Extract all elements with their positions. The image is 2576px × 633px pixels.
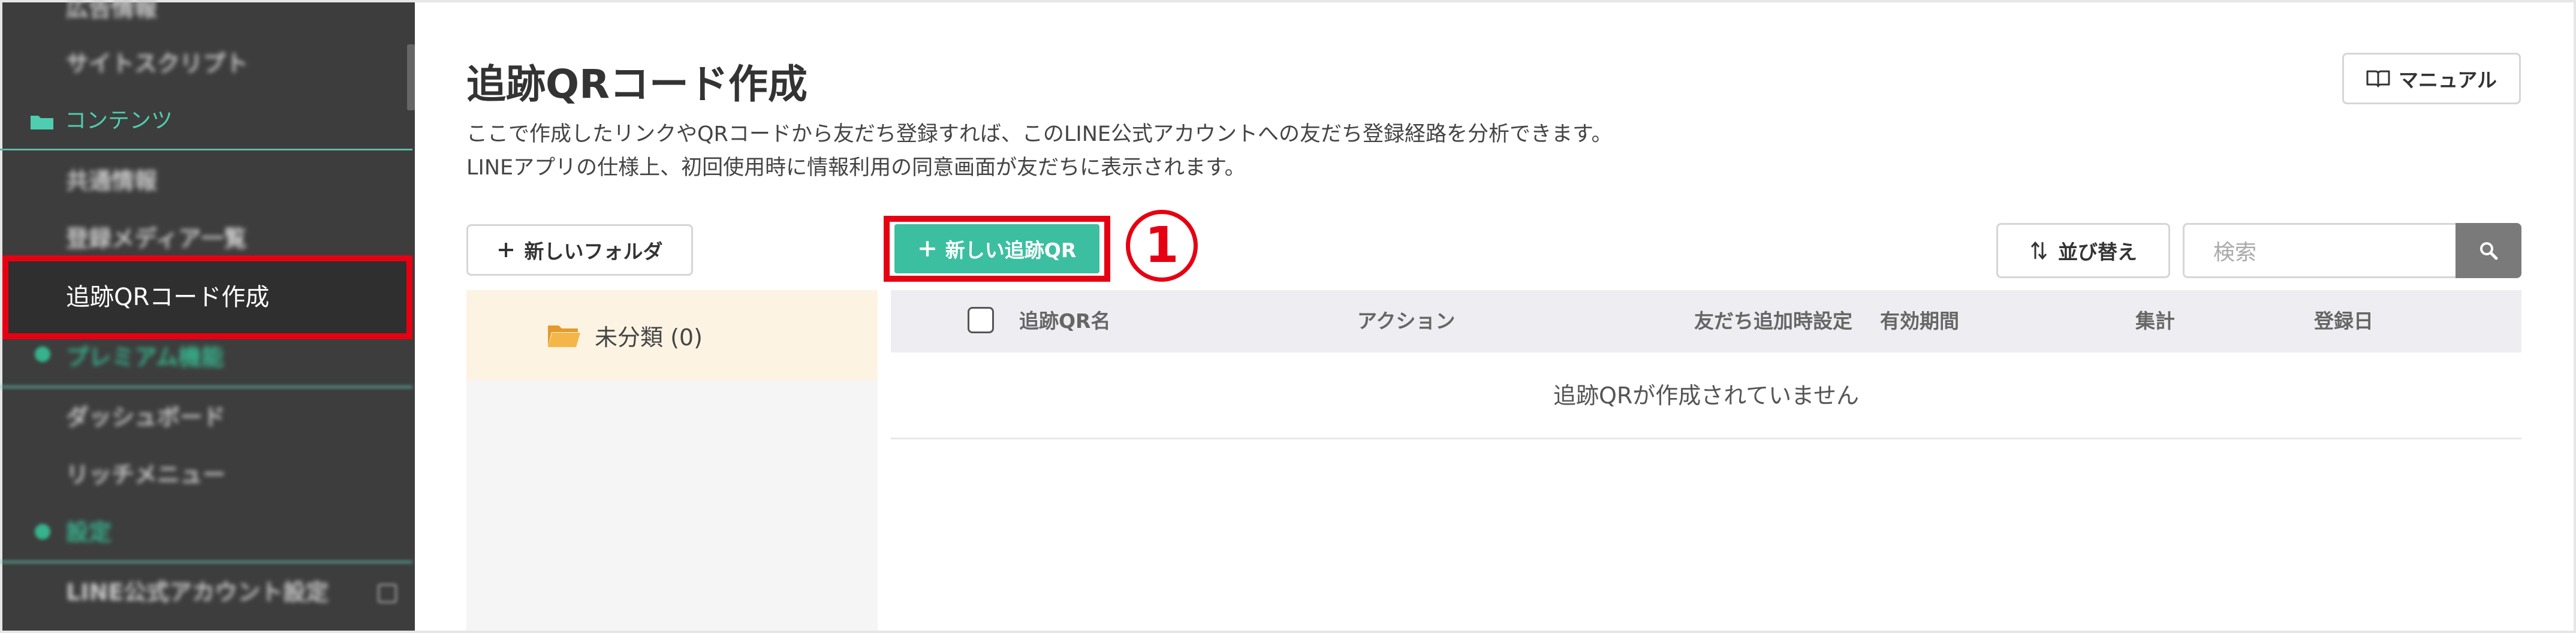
select-all-checkbox[interactable] (968, 307, 994, 333)
column-header-friend-add-settings[interactable]: 友だち追加時設定 (1694, 290, 1852, 352)
page-description-line2: LINEアプリの仕様上、初回使用時に情報利用の同意画面が友だちに表示されます。 (466, 156, 1246, 180)
new-tracking-qr-button-label: 新しい追跡QR (945, 239, 1077, 262)
sidebar-item-rich-menu[interactable]: リッチメニュー (66, 457, 225, 493)
folder-open-icon (548, 325, 580, 347)
column-header-qr-name[interactable]: 追跡QR名 (1019, 290, 1110, 352)
sidebar-section-label: コンテンツ (65, 108, 173, 133)
page-title: 追跡QRコード作成 (466, 61, 808, 107)
sidebar-item-line-account-settings[interactable]: LINE公式アカウント設定 (66, 574, 329, 610)
sort-button-label: 並び替え (2058, 240, 2137, 264)
manual-button[interactable]: マニュアル (2342, 53, 2521, 104)
sidebar-item-ad-info[interactable]: 広告情報 (66, 0, 157, 26)
new-tracking-qr-button[interactable]: 新しい追跡QR (894, 224, 1099, 273)
folder-item-label: 未分類 (0) (595, 324, 703, 351)
plus-icon (498, 243, 513, 257)
sidebar-section-premium[interactable]: プレミアム機能 (66, 339, 224, 375)
external-link-icon (378, 584, 397, 603)
sidebar-scrollbar[interactable] (407, 44, 415, 110)
premium-icon (35, 346, 50, 362)
sidebar-section-settings[interactable]: 設定 (66, 514, 112, 550)
sort-button[interactable]: 並び替え (1996, 223, 2170, 278)
search-input[interactable]: 検索 (2183, 223, 2456, 278)
sort-icon (2030, 241, 2047, 260)
sidebar-divider (0, 149, 412, 150)
folder-icon (31, 116, 53, 129)
book-icon (2366, 70, 2390, 88)
column-header-validity-period[interactable]: 有効期間 (1880, 290, 1959, 352)
sidebar-highlight-box (2, 255, 412, 339)
column-header-totals[interactable]: 集計 (2135, 290, 2175, 352)
sidebar-section-contents[interactable]: コンテンツ (30, 103, 173, 139)
table-divider (891, 438, 2521, 439)
settings-icon (35, 524, 50, 539)
page-description-line1: ここで作成したリンクやQRコードから友だち登録すれば、このLINE公式アカウント… (466, 122, 1613, 146)
column-header-registered-date[interactable]: 登録日 (2314, 290, 2373, 352)
sidebar-divider (0, 561, 412, 563)
table-empty-message: 追跡QRが作成されていません (1553, 382, 1860, 409)
search-icon (2480, 242, 2498, 260)
sidebar-item-media-list[interactable]: 登録メディア一覧 (66, 221, 246, 257)
sidebar-divider (0, 386, 412, 388)
plus-icon (919, 241, 935, 257)
sidebar-item-common-info[interactable]: 共通情報 (66, 163, 157, 199)
column-header-action[interactable]: アクション (1357, 290, 1455, 352)
new-folder-button[interactable]: 新しいフォルダ (466, 224, 693, 276)
step-number-callout: 1 (1126, 210, 1198, 282)
search-button[interactable] (2456, 223, 2521, 278)
sidebar-item-dashboard[interactable]: ダッシュボード (66, 399, 225, 435)
new-folder-button-label: 新しいフォルダ (524, 240, 663, 263)
sidebar-item-site-script[interactable]: サイトスクリプト (66, 46, 248, 82)
folder-item-uncategorized[interactable]: 未分類 (0) (466, 290, 878, 380)
manual-button-label: マニュアル (2398, 68, 2497, 92)
